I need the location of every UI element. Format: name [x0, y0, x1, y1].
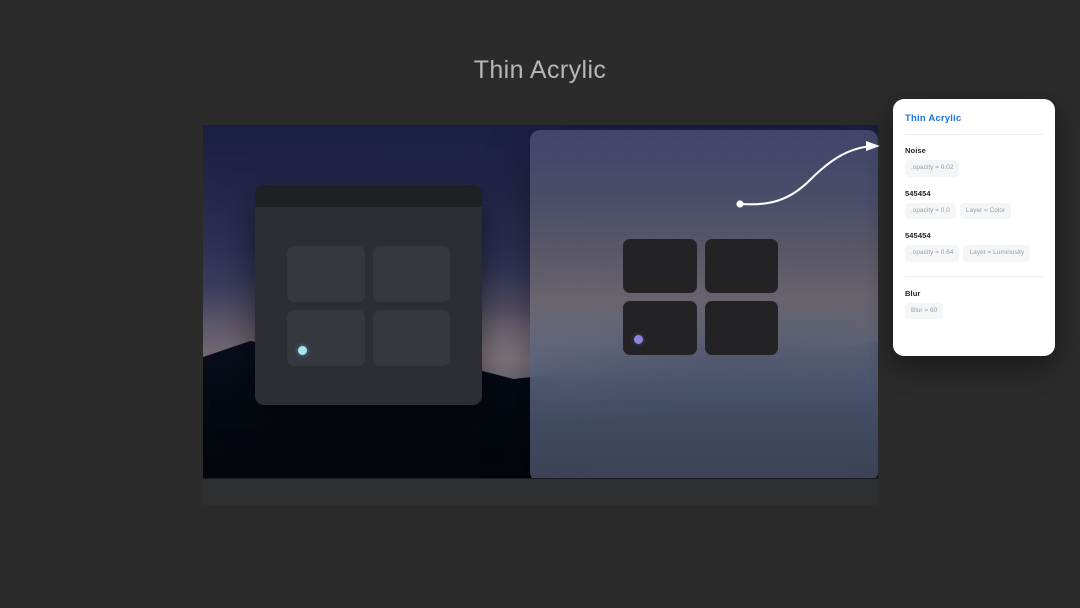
spec-chip: Layer = Luminosity [963, 245, 1031, 262]
spec-group-label: 545454 [905, 188, 931, 198]
tile[interactable] [623, 301, 697, 355]
tile-grid-acrylic [623, 239, 778, 355]
tile[interactable] [372, 310, 450, 366]
chip-row: .opacity = 0.0 Layer = Color [905, 202, 1043, 219]
spec-group-blur: Blur Blur = 60 [905, 288, 1043, 319]
tile[interactable] [704, 301, 778, 355]
tile[interactable] [623, 239, 697, 293]
spec-card-title: Thin Acrylic [905, 113, 962, 124]
spec-chip: .opacity = 0.64 [905, 245, 960, 262]
spec-tooltip-card: Thin Acrylic Noise .opacity = 0.02 54545… [893, 99, 1055, 356]
spec-divider-bottom [905, 275, 1043, 277]
window-titlebar [255, 185, 482, 207]
chip-row: .opacity = 0.64 Layer = Luminosity [905, 245, 1043, 262]
chip-row: Blur = 60 [905, 302, 1043, 319]
spec-group-label: Blur [905, 288, 921, 298]
spec-chip: Layer = Color [959, 202, 1012, 219]
tile[interactable] [372, 246, 450, 302]
acrylic-window-sample[interactable] [530, 130, 878, 482]
tile-grid-opaque [287, 246, 450, 366]
tile[interactable] [287, 246, 365, 302]
spec-chip: Blur = 60 [905, 302, 944, 319]
desktop-screenshot [203, 125, 878, 505]
accent-dot-icon [634, 335, 643, 344]
accent-dot-icon [298, 346, 307, 355]
spec-group-label: Noise [905, 146, 926, 155]
spec-group-color-layer: 545454 .opacity = 0.0 Layer = Color [905, 188, 1043, 219]
chip-row: .opacity = 0.02 [905, 160, 1043, 177]
desktop-taskbar [203, 478, 878, 505]
spec-divider-top [905, 134, 1043, 135]
spec-chip: .opacity = 0.0 [905, 202, 956, 219]
page-title: Thin Acrylic [473, 56, 607, 84]
tile[interactable] [704, 239, 778, 293]
spec-chip: .opacity = 0.02 [905, 160, 960, 177]
spec-group-label: 545454 [905, 231, 931, 240]
spec-group-noise: Noise .opacity = 0.02 [905, 146, 1043, 177]
opaque-window-sample[interactable] [255, 185, 482, 405]
spec-group-luminosity-layer: 545454 .opacity = 0.64 Layer = Luminosit… [905, 231, 1043, 262]
tile[interactable] [287, 310, 365, 366]
